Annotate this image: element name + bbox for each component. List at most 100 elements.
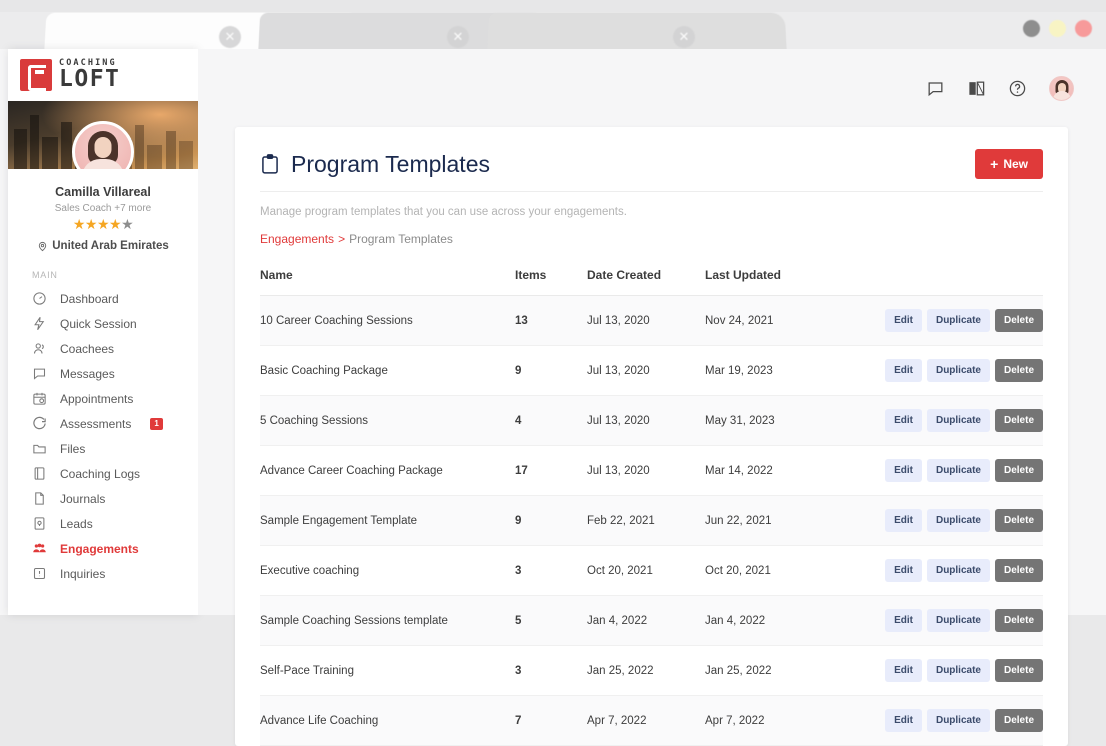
delete-button[interactable]: Delete [995,409,1043,432]
tab-close-icon[interactable]: ✕ [673,26,695,48]
cell-name: Executive coaching [260,546,515,596]
cell-date-created: Jul 13, 2020 [587,296,705,346]
cell-date-created: Jul 13, 2020 [587,446,705,496]
cell-last-updated: Jan 4, 2022 [705,596,823,646]
cell-items: 3 [515,646,587,696]
cell-items: 5 [515,596,587,646]
sidebar-item-coachees[interactable]: Coachees [8,336,198,361]
sidebar-item-label: Coaching Logs [60,467,140,481]
cell-name: 5 Coaching Sessions [260,396,515,446]
cell-actions: EditDuplicateDelete [823,696,1043,746]
delete-button[interactable]: Delete [995,609,1043,632]
cell-actions: EditDuplicateDelete [823,646,1043,696]
delete-button[interactable]: Delete [995,709,1043,732]
duplicate-button[interactable]: Duplicate [927,459,990,482]
cell-name: Advance Life Coaching [260,696,515,746]
tab-close-icon[interactable]: ✕ [219,26,241,48]
cell-last-updated: Mar 14, 2022 [705,446,823,496]
location-pin-icon [37,241,48,252]
sidebar-item-quick-session[interactable]: Quick Session [8,311,198,336]
profile-cover-image [8,101,198,169]
edit-button[interactable]: Edit [885,459,922,482]
sidebar-item-files[interactable]: Files [8,436,198,461]
table-row: 10 Career Coaching Sessions13Jul 13, 202… [260,296,1043,346]
sidebar-item-dashboard[interactable]: Dashboard [8,286,198,311]
library-icon[interactable] [967,79,986,98]
user-avatar[interactable] [1049,76,1074,101]
sidebar-item-label: Files [60,442,85,456]
window-drag-strip[interactable] [0,0,1106,12]
star-icon: ★ [109,216,121,232]
duplicate-button[interactable]: Duplicate [927,709,990,732]
users-icon [32,341,47,356]
minimize-dot[interactable] [1023,20,1040,37]
duplicate-button[interactable]: Duplicate [927,609,990,632]
table-row: Advance Career Coaching Package17Jul 13,… [260,446,1043,496]
edit-button[interactable]: Edit [885,609,922,632]
duplicate-button[interactable]: Duplicate [927,309,990,332]
sidebar-item-label: Dashboard [60,292,119,306]
sidebar-item-journals[interactable]: Journals [8,486,198,511]
messages-icon[interactable] [926,79,945,98]
duplicate-button[interactable]: Duplicate [927,659,990,682]
duplicate-button[interactable]: Duplicate [927,409,990,432]
breadcrumb: Engagements>Program Templates [260,232,1043,246]
delete-button[interactable]: Delete [995,359,1043,382]
edit-button[interactable]: Edit [885,309,922,332]
table-row: Advance Life Coaching7Apr 7, 2022Apr 7, … [260,696,1043,746]
edit-button[interactable]: Edit [885,559,922,582]
cell-name: 10 Career Coaching Sessions [260,296,515,346]
cell-date-created: Apr 7, 2022 [587,696,705,746]
clipboard-icon [260,153,280,176]
sidebar-item-label: Appointments [60,392,133,406]
cell-actions: EditDuplicateDelete [823,296,1043,346]
column-header-created: Date Created [587,268,705,296]
delete-button[interactable]: Delete [995,309,1043,332]
app-logo[interactable]: COACHING LOFT [8,49,198,101]
sidebar-item-label: Assessments [60,417,131,431]
profile-location: United Arab Emirates [16,240,190,252]
cell-name: Sample Engagement Template [260,496,515,546]
sidebar-item-appointments[interactable]: Appointments [8,386,198,411]
sidebar-item-assessments[interactable]: Assessments 1 [8,411,198,436]
edit-button[interactable]: Edit [885,659,922,682]
calendar-clock-icon [32,391,47,406]
close-dot[interactable] [1075,20,1092,37]
edit-button[interactable]: Edit [885,509,922,532]
page-icon [32,491,47,506]
cell-last-updated: Mar 19, 2023 [705,346,823,396]
star-icon: ★ [73,216,85,232]
breadcrumb-parent-link[interactable]: Engagements [260,232,334,246]
help-icon[interactable] [1008,79,1027,98]
cell-last-updated: Apr 7, 2022 [705,696,823,746]
sidebar-item-leads[interactable]: Leads [8,511,198,536]
edit-button[interactable]: Edit [885,359,922,382]
edit-button[interactable]: Edit [885,409,922,432]
new-button[interactable]: + New [975,149,1043,179]
duplicate-button[interactable]: Duplicate [927,559,990,582]
sidebar-item-engagements[interactable]: Engagements [8,536,198,561]
breadcrumb-separator: > [338,232,345,246]
sidebar-item-coaching-logs[interactable]: Coaching Logs [8,461,198,486]
delete-button[interactable]: Delete [995,509,1043,532]
sidebar-item-messages[interactable]: Messages [8,361,198,386]
main-area: Program Templates + New Manage program t… [198,49,1106,615]
edit-button[interactable]: Edit [885,709,922,732]
duplicate-button[interactable]: Duplicate [927,359,990,382]
chat-bubble-icon [32,366,47,381]
delete-button[interactable]: Delete [995,559,1043,582]
sidebar-item-inquiries[interactable]: Inquiries [8,561,198,586]
column-header-actions [823,268,1043,296]
sidebar-item-label: Coachees [60,342,114,356]
tab-close-icon[interactable]: ✕ [447,26,469,48]
duplicate-button[interactable]: Duplicate [927,509,990,532]
delete-button[interactable]: Delete [995,459,1043,482]
profile-avatar[interactable] [72,121,134,169]
table-row: Executive coaching3Oct 20, 2021Oct 20, 2… [260,546,1043,596]
page-subtitle: Manage program templates that you can us… [260,206,1043,218]
maximize-dot[interactable] [1049,20,1066,37]
delete-button[interactable]: Delete [995,659,1043,682]
profile-location-label: United Arab Emirates [52,240,169,252]
page-title: Program Templates [260,151,490,178]
table-row: Self-Pace Training3Jan 25, 2022Jan 25, 2… [260,646,1043,696]
